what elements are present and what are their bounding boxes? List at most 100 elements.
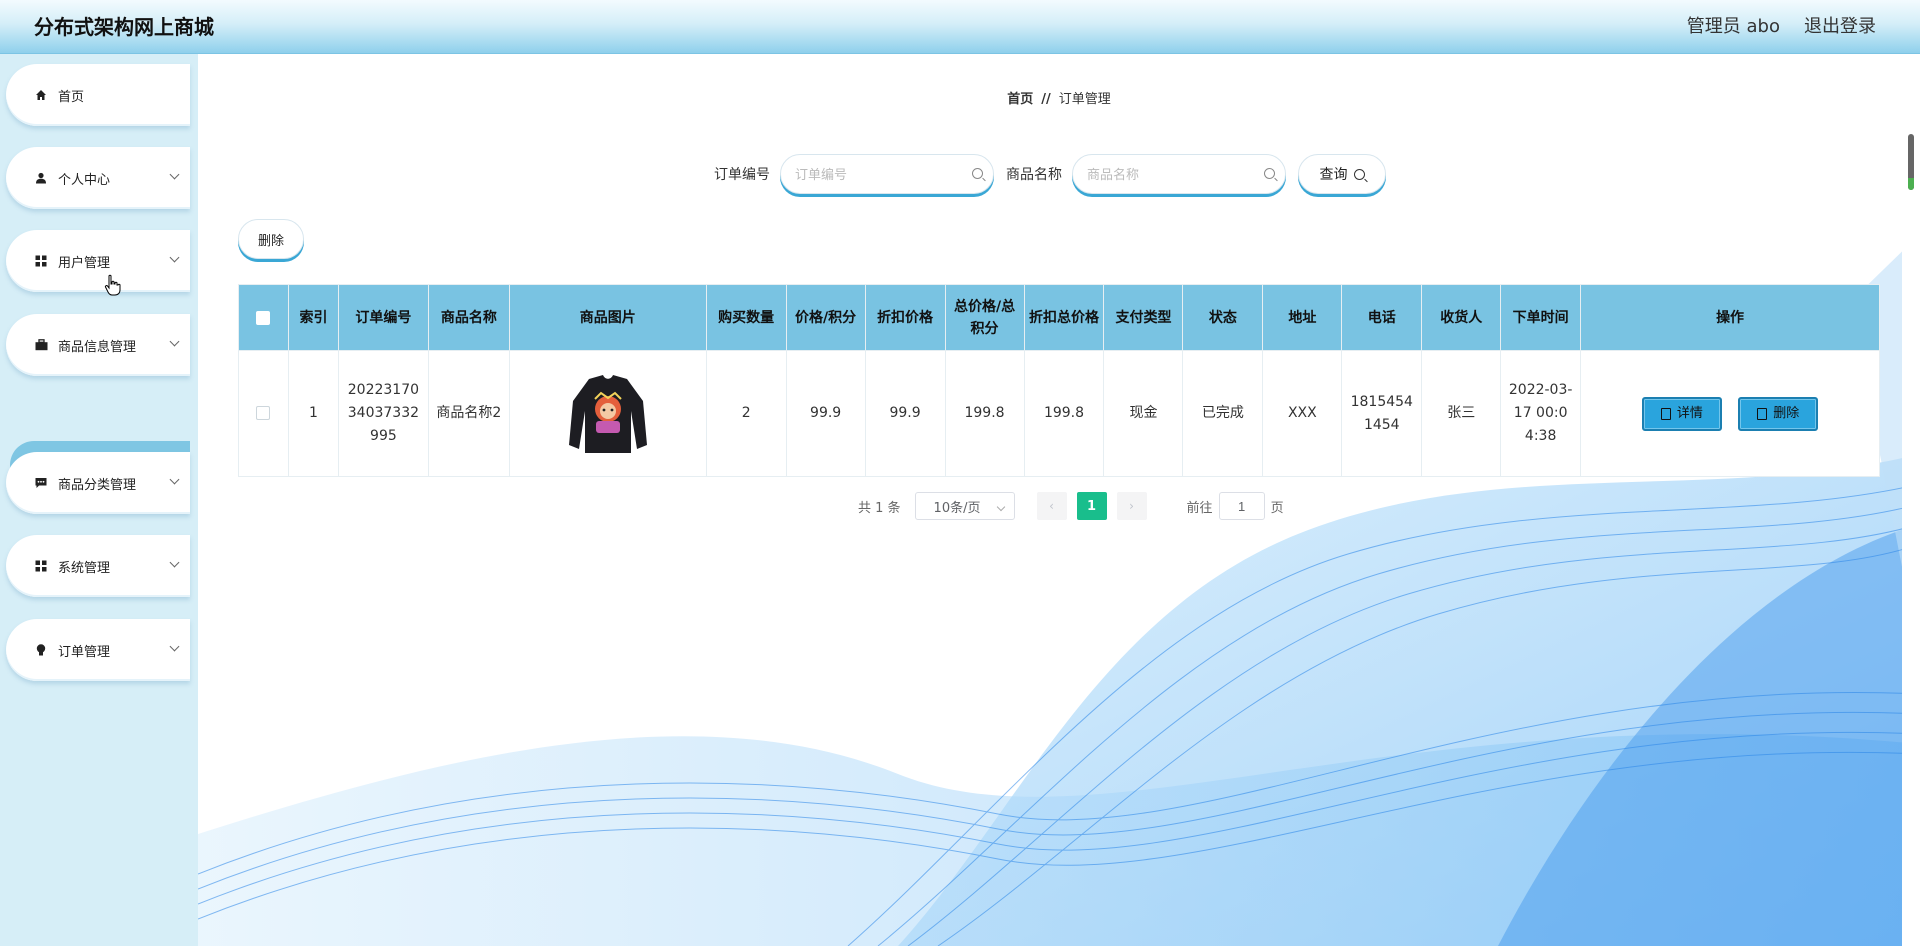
chevron-down-icon bbox=[169, 252, 180, 263]
order-no-label: 订单编号 bbox=[714, 167, 770, 183]
sidebar-item-label: 用户管理 bbox=[58, 255, 111, 271]
table-row: 1 2022317034037332995 商品名称2 2 99.9 99.9 … bbox=[238, 350, 1880, 477]
page-size-select[interactable]: 10条/页 bbox=[914, 492, 1015, 520]
col-header: 折扣总价格 bbox=[1023, 284, 1105, 351]
breadcrumb-home[interactable]: 首页 bbox=[1007, 92, 1033, 107]
sidebar-item-category-management[interactable]: 商品分类管理 bbox=[6, 452, 190, 514]
cell-price: 99.9 bbox=[785, 350, 866, 477]
cell-receiver: 张三 bbox=[1421, 350, 1502, 477]
cell-order-no: 2022317034037332995 bbox=[337, 350, 429, 477]
product-image[interactable] bbox=[559, 365, 657, 463]
bulb-icon bbox=[34, 643, 48, 657]
cell-phone: 18154541454 bbox=[1341, 350, 1423, 477]
logout-link[interactable]: 退出登录 bbox=[1804, 12, 1876, 38]
chat-icon bbox=[34, 476, 48, 490]
cell-actions: 详情 删除 bbox=[1580, 350, 1880, 477]
cell-pay-type: 现金 bbox=[1103, 350, 1184, 477]
table-header-row: 索引 订单编号 商品名称 商品图片 购买数量 价格/积分 折扣价格 总价格/总积… bbox=[238, 284, 1880, 351]
row-select-cell bbox=[238, 350, 289, 477]
header-actions: 管理员 abo 退出登录 bbox=[1687, 12, 1876, 38]
chevron-down-icon bbox=[169, 641, 180, 652]
page-number-current[interactable]: 1 bbox=[1076, 492, 1107, 520]
vertical-scrollbar[interactable] bbox=[1902, 54, 1920, 946]
chevron-down-icon bbox=[169, 336, 180, 347]
document-icon bbox=[1660, 407, 1671, 420]
cell-product-name: 商品名称2 bbox=[427, 350, 510, 477]
cell-order-time: 2022-03-17 00:04:38 bbox=[1500, 350, 1582, 477]
col-header: 地址 bbox=[1262, 284, 1343, 351]
goto-page: 前往 页 bbox=[1187, 492, 1284, 520]
prev-page-button[interactable]: ‹ bbox=[1036, 492, 1067, 520]
product-name-field bbox=[1072, 154, 1286, 194]
scrollbar-thumb[interactable] bbox=[1908, 134, 1914, 190]
order-no-input[interactable] bbox=[795, 166, 965, 182]
col-header: 支付类型 bbox=[1103, 284, 1184, 351]
sidebar-item-personal-center[interactable]: 个人中心 bbox=[6, 147, 190, 209]
col-header: 商品名称 bbox=[427, 284, 510, 351]
col-header: 状态 bbox=[1182, 284, 1264, 351]
admin-user-label[interactable]: 管理员 abo bbox=[1687, 12, 1780, 38]
hand-cursor-icon bbox=[104, 274, 121, 296]
sidebar-item-order-management[interactable]: 订单管理 bbox=[6, 619, 190, 681]
col-header: 价格/积分 bbox=[785, 284, 866, 351]
batch-delete-button[interactable]: 删除 bbox=[238, 219, 304, 259]
col-header: 商品图片 bbox=[508, 284, 707, 351]
main-content: 首页 // 订单管理 订单编号 商品名称 查询 删除 索引 订单编号 商品名称 商品… bbox=[198, 54, 1920, 946]
sidebar: 首页 个人中心 用户管理 商品信息管理 商品信息 商品分类管理 系统管理 bbox=[0, 54, 198, 946]
pagination: 共 1 条 10条/页 ‹ 1 › 前往 页 bbox=[858, 492, 1284, 520]
breadcrumb-current: 订单管理 bbox=[1058, 92, 1111, 107]
col-header: 下单时间 bbox=[1500, 284, 1582, 351]
chevron-down-icon bbox=[169, 557, 180, 568]
goto-suffix: 页 bbox=[1270, 500, 1284, 516]
col-header: 操作 bbox=[1580, 284, 1880, 351]
goto-prefix: 前往 bbox=[1186, 500, 1213, 516]
sidebar-item-product-info-management[interactable]: 商品信息管理 bbox=[6, 314, 190, 376]
pagination-total: 共 1 条 bbox=[858, 500, 901, 516]
sidebar-item-system-management[interactable]: 系统管理 bbox=[6, 535, 190, 597]
sidebar-item-label: 首页 bbox=[58, 89, 85, 105]
top-bar: 分布式架构网上商城 管理员 abo 退出登录 bbox=[0, 0, 1920, 54]
cell-discount-total: 199.8 bbox=[1023, 350, 1105, 477]
user-icon bbox=[34, 171, 48, 185]
breadcrumb-separator: // bbox=[1041, 92, 1051, 107]
search-icon bbox=[1353, 168, 1365, 180]
col-header: 订单编号 bbox=[337, 284, 429, 351]
col-header: 电话 bbox=[1341, 284, 1423, 351]
order-no-field bbox=[780, 154, 994, 194]
sidebar-item-home[interactable]: 首页 bbox=[6, 64, 190, 126]
col-header: 折扣价格 bbox=[864, 284, 946, 351]
sidebar-item-label: 商品分类管理 bbox=[58, 477, 137, 493]
cell-status: 已完成 bbox=[1182, 350, 1264, 477]
col-header: 收货人 bbox=[1421, 284, 1502, 351]
product-name-input[interactable] bbox=[1087, 166, 1257, 182]
sidebar-item-label: 商品信息管理 bbox=[58, 339, 137, 355]
app-title: 分布式架构网上商城 bbox=[34, 15, 214, 39]
search-bar: 订单编号 商品名称 查询 bbox=[714, 154, 1386, 194]
trash-icon bbox=[1757, 407, 1768, 420]
row-checkbox[interactable] bbox=[256, 406, 271, 420]
select-all-checkbox[interactable] bbox=[256, 310, 271, 325]
query-button[interactable]: 查询 bbox=[1298, 154, 1386, 194]
home-icon bbox=[34, 88, 48, 102]
briefcase-icon bbox=[34, 338, 48, 352]
sidebar-item-user-management[interactable]: 用户管理 bbox=[6, 230, 190, 292]
sidebar-item-label: 系统管理 bbox=[58, 560, 111, 576]
next-page-button[interactable]: › bbox=[1116, 492, 1147, 520]
sidebar-item-label: 个人中心 bbox=[58, 172, 111, 188]
cell-quantity: 2 bbox=[705, 350, 787, 477]
cell-total-price: 199.8 bbox=[944, 350, 1025, 477]
chevron-down-icon bbox=[169, 169, 180, 180]
detail-button-label: 详情 bbox=[1676, 406, 1703, 421]
search-icon bbox=[1264, 168, 1275, 179]
chevron-down-icon bbox=[169, 474, 180, 485]
sidebar-item-label: 订单管理 bbox=[58, 644, 111, 660]
query-button-label: 查询 bbox=[1319, 167, 1348, 183]
cell-product-image bbox=[508, 350, 707, 477]
search-icon bbox=[972, 168, 983, 179]
orders-table: 索引 订单编号 商品名称 商品图片 购买数量 价格/积分 折扣价格 总价格/总积… bbox=[238, 284, 1880, 477]
col-header: 总价格/总积分 bbox=[944, 284, 1025, 351]
delete-button[interactable]: 删除 bbox=[1738, 396, 1819, 431]
goto-page-input[interactable] bbox=[1218, 492, 1265, 520]
breadcrumb: 首页 // 订单管理 bbox=[198, 88, 1920, 107]
detail-button[interactable]: 详情 bbox=[1641, 396, 1722, 431]
